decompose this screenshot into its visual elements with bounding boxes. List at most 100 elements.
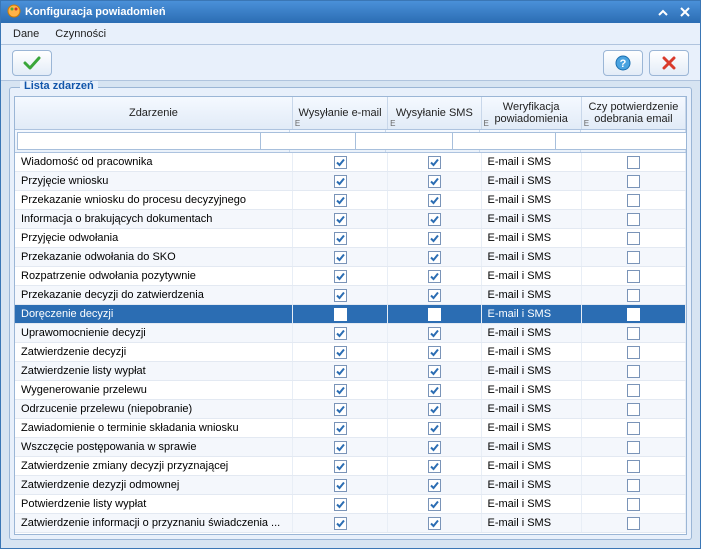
checkbox[interactable] — [627, 460, 640, 473]
checkbox[interactable] — [428, 213, 441, 226]
checkbox[interactable] — [428, 498, 441, 511]
checkbox[interactable] — [334, 365, 347, 378]
table-row[interactable]: Przekazanie odwołania do SKOE-mail i SMS — [15, 248, 686, 267]
checkbox[interactable] — [627, 156, 640, 169]
help-button[interactable]: ? — [603, 50, 643, 76]
checkbox[interactable] — [627, 270, 640, 283]
table-row[interactable]: Zatwierdzenie decyzjiE-mail i SMS — [15, 343, 686, 362]
checkbox[interactable] — [428, 232, 441, 245]
table-row[interactable]: Zawiadomienie o terminie składania wnios… — [15, 419, 686, 438]
checkbox[interactable] — [627, 422, 640, 435]
table-row[interactable]: Zatwierdzenie informacji o przyznaniu św… — [15, 514, 686, 533]
table-row[interactable]: Przekazanie decyzji do zatwierdzeniaE-ma… — [15, 286, 686, 305]
table-row[interactable]: Rozpatrzenie odwołania pozytywnieE-mail … — [15, 267, 686, 286]
checkbox[interactable] — [428, 175, 441, 188]
checkbox[interactable] — [334, 422, 347, 435]
checkbox[interactable] — [428, 251, 441, 264]
table-row[interactable]: Wygenerowanie przelewuE-mail i SMS — [15, 381, 686, 400]
checkbox[interactable] — [627, 517, 640, 530]
grid-body[interactable]: Wiadomość od pracownikaE-mail i SMSPrzyj… — [15, 153, 686, 534]
checkbox[interactable] — [428, 403, 441, 416]
checkbox[interactable] — [334, 403, 347, 416]
checkbox[interactable] — [627, 346, 640, 359]
table-row[interactable]: Przyjęcie odwołaniaE-mail i SMS — [15, 229, 686, 248]
col-header-verif[interactable]: Weryfikacja powiadomienia E — [482, 97, 582, 129]
checkbox[interactable] — [334, 441, 347, 454]
checkbox[interactable] — [627, 327, 640, 340]
cell-email — [293, 381, 388, 399]
table-row[interactable]: Zatwierdzenie dezyzji odmownejE-mail i S… — [15, 476, 686, 495]
col-header-sms[interactable]: Wysyłanie SMS E — [388, 97, 481, 129]
checkbox[interactable] — [334, 156, 347, 169]
checkbox[interactable] — [334, 327, 347, 340]
col-header-email[interactable]: Wysyłanie e-mail E — [293, 97, 388, 129]
checkbox[interactable] — [428, 194, 441, 207]
filter-confirm-input[interactable] — [555, 132, 687, 150]
table-row[interactable]: Uprawomocnienie decyzjiE-mail i SMS — [15, 324, 686, 343]
checkbox[interactable] — [428, 422, 441, 435]
checkbox[interactable] — [334, 479, 347, 492]
checkbox[interactable] — [428, 517, 441, 530]
checkbox[interactable] — [627, 384, 640, 397]
menu-dane[interactable]: Dane — [5, 26, 47, 42]
filter-event-input[interactable] — [17, 132, 271, 150]
cell-event: Zatwierdzenie zmiany decyzji przyznające… — [15, 457, 293, 475]
menu-czynnosci[interactable]: Czynności — [47, 26, 114, 42]
checkbox[interactable] — [627, 232, 640, 245]
col-header-event[interactable]: Zdarzenie — [15, 97, 293, 129]
checkbox[interactable] — [428, 460, 441, 473]
checkbox[interactable] — [627, 251, 640, 264]
checkbox[interactable] — [334, 498, 347, 511]
checkbox[interactable] — [334, 175, 347, 188]
checkbox[interactable] — [428, 384, 441, 397]
checkbox[interactable] — [428, 308, 441, 321]
checkbox[interactable] — [334, 289, 347, 302]
checkbox[interactable] — [627, 441, 640, 454]
checkbox[interactable] — [428, 289, 441, 302]
checkbox[interactable] — [428, 346, 441, 359]
checkbox[interactable] — [334, 460, 347, 473]
accept-button[interactable] — [12, 50, 52, 76]
checkbox[interactable] — [627, 194, 640, 207]
close-button[interactable] — [676, 4, 694, 20]
checkbox[interactable] — [334, 384, 347, 397]
checkbox[interactable] — [428, 270, 441, 283]
checkbox[interactable] — [627, 498, 640, 511]
minimize-button[interactable] — [654, 4, 672, 20]
table-row[interactable]: Przekazanie wniosku do procesu decyzyjne… — [15, 191, 686, 210]
checkbox[interactable] — [627, 175, 640, 188]
checkbox[interactable] — [428, 479, 441, 492]
table-row[interactable]: Zatwierdzenie listy wypłatE-mail i SMS — [15, 362, 686, 381]
table-row[interactable]: Odrzucenie przelewu (niepobranie)E-mail … — [15, 400, 686, 419]
cancel-button[interactable] — [649, 50, 689, 76]
table-row[interactable]: Doręczenie decyzjiE-mail i SMS — [15, 305, 686, 324]
table-row[interactable]: Wiadomość od pracownikaE-mail i SMS — [15, 153, 686, 172]
cell-verif: E-mail i SMS — [482, 286, 582, 304]
table-row[interactable]: Informacja o brakujących dokumentachE-ma… — [15, 210, 686, 229]
checkbox[interactable] — [428, 365, 441, 378]
checkbox[interactable] — [428, 327, 441, 340]
checkbox[interactable] — [334, 308, 347, 321]
col-header-confirm[interactable]: Czy potwierdzenie odebrania email E — [582, 97, 686, 129]
checkbox[interactable] — [627, 213, 640, 226]
checkbox[interactable] — [334, 213, 347, 226]
checkbox[interactable] — [334, 270, 347, 283]
checkbox[interactable] — [627, 308, 640, 321]
cell-email — [293, 362, 388, 380]
table-row[interactable]: Potwierdzenie listy wypłatE-mail i SMS — [15, 495, 686, 514]
checkbox[interactable] — [627, 403, 640, 416]
checkbox[interactable] — [334, 346, 347, 359]
table-row[interactable]: Przyjęcie wnioskuE-mail i SMS — [15, 172, 686, 191]
cell-verif: E-mail i SMS — [482, 305, 582, 323]
checkbox[interactable] — [334, 251, 347, 264]
checkbox[interactable] — [627, 289, 640, 302]
table-row[interactable]: Zatwierdzenie zmiany decyzji przyznające… — [15, 457, 686, 476]
table-row[interactable]: Wszczęcie postępowania w sprawieE-mail i… — [15, 438, 686, 457]
checkbox[interactable] — [627, 479, 640, 492]
checkbox[interactable] — [428, 441, 441, 454]
checkbox[interactable] — [334, 517, 347, 530]
checkbox[interactable] — [334, 194, 347, 207]
checkbox[interactable] — [627, 365, 640, 378]
checkbox[interactable] — [334, 232, 347, 245]
checkbox[interactable] — [428, 156, 441, 169]
